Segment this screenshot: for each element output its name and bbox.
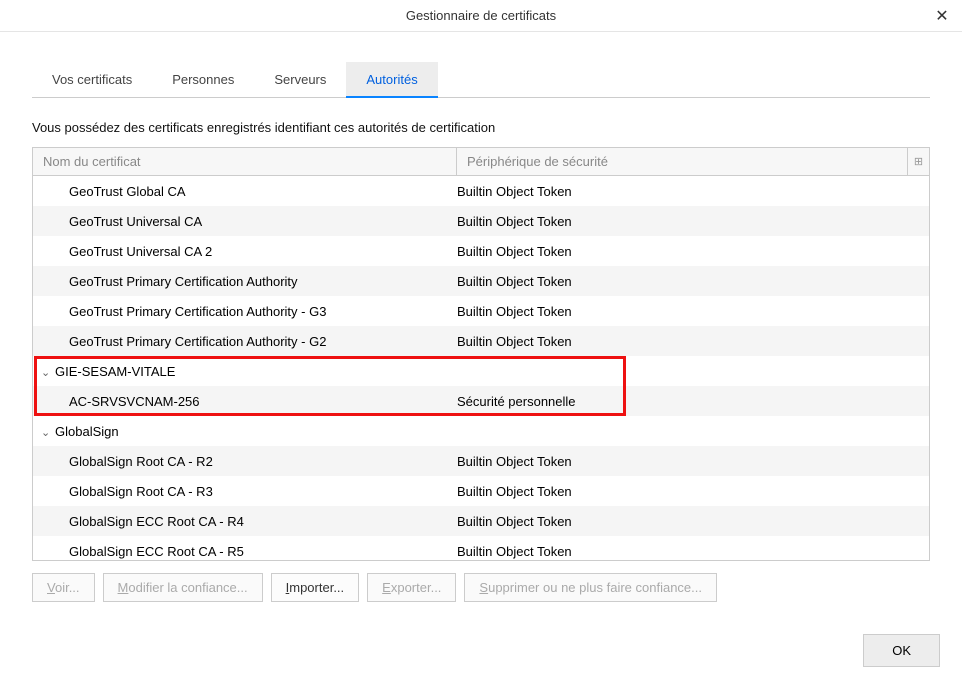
cell-certificate-name: GeoTrust Primary Certification Authority…: [33, 334, 457, 349]
column-header-device[interactable]: Périphérique de sécurité: [457, 148, 907, 175]
table-row[interactable]: GeoTrust Global CABuiltin Object Token: [33, 176, 929, 206]
footer: OK: [863, 634, 940, 667]
cell-certificate-name: GeoTrust Global CA: [33, 184, 457, 199]
table-row[interactable]: GlobalSign ECC Root CA - R5Builtin Objec…: [33, 536, 929, 560]
cell-certificate-name: GeoTrust Universal CA: [33, 214, 457, 229]
cell-security-device: Builtin Object Token: [457, 334, 929, 349]
table-row[interactable]: ⌄GlobalSign: [33, 416, 929, 446]
tab-people[interactable]: Personnes: [152, 62, 254, 97]
table-row[interactable]: ⌄GIE-SESAM-VITALE: [33, 356, 929, 386]
table-header: Nom du certificat Périphérique de sécuri…: [33, 148, 929, 176]
cell-security-device: Builtin Object Token: [457, 484, 929, 499]
table-row[interactable]: GlobalSign Root CA - R2Builtin Object To…: [33, 446, 929, 476]
tab-servers[interactable]: Serveurs: [254, 62, 346, 97]
cell-security-device: Builtin Object Token: [457, 214, 929, 229]
column-header-name[interactable]: Nom du certificat: [33, 148, 457, 175]
import-button[interactable]: Importer...: [271, 573, 360, 602]
certificate-table: Nom du certificat Périphérique de sécuri…: [32, 147, 930, 561]
cell-certificate-name: GeoTrust Universal CA 2: [33, 244, 457, 259]
table-row[interactable]: GeoTrust Primary Certification Authority…: [33, 326, 929, 356]
cell-certificate-name: ⌄GlobalSign: [33, 424, 457, 439]
window-title: Gestionnaire de certificats: [406, 8, 556, 23]
view-button[interactable]: Voir...: [32, 573, 95, 602]
cell-certificate-name: GlobalSign Root CA - R2: [33, 454, 457, 469]
description-text: Vous possédez des certificats enregistré…: [32, 98, 930, 147]
cell-security-device: Builtin Object Token: [457, 544, 929, 559]
cell-security-device: Builtin Object Token: [457, 454, 929, 469]
cell-certificate-name: GeoTrust Primary Certification Authority…: [33, 304, 457, 319]
window-header: Gestionnaire de certificats ✕: [0, 0, 962, 32]
table-row[interactable]: GeoTrust Universal CA 2Builtin Object To…: [33, 236, 929, 266]
tab-bar: Vos certificats Personnes Serveurs Autor…: [32, 62, 930, 98]
cell-certificate-name: GlobalSign ECC Root CA - R5: [33, 544, 457, 559]
modify-trust-button[interactable]: Modifier la confiance...: [103, 573, 263, 602]
content-area: Vos certificats Personnes Serveurs Autor…: [0, 32, 962, 602]
cell-security-device: Builtin Object Token: [457, 244, 929, 259]
cell-certificate-name: AC-SRVSVCNAM-256: [33, 394, 457, 409]
cell-certificate-name: GlobalSign Root CA - R3: [33, 484, 457, 499]
cell-certificate-name: GlobalSign ECC Root CA - R4: [33, 514, 457, 529]
table-row[interactable]: AC-SRVSVCNAM-256Sécurité personnelle: [33, 386, 929, 416]
cell-security-device: Sécurité personnelle: [457, 394, 929, 409]
cell-certificate-name: ⌄GIE-SESAM-VITALE: [33, 364, 457, 379]
tab-authorities[interactable]: Autorités: [346, 62, 437, 97]
cell-security-device: Builtin Object Token: [457, 184, 929, 199]
table-row[interactable]: GeoTrust Primary Certification Authority…: [33, 296, 929, 326]
cell-certificate-name: GeoTrust Primary Certification Authority: [33, 274, 457, 289]
table-row[interactable]: GeoTrust Universal CABuiltin Object Toke…: [33, 206, 929, 236]
ok-button[interactable]: OK: [863, 634, 940, 667]
action-buttons: Voir... Modifier la confiance... Importe…: [32, 573, 930, 602]
close-button[interactable]: ✕: [930, 4, 954, 28]
column-picker-icon[interactable]: ⊞: [907, 148, 929, 175]
table-row[interactable]: GeoTrust Primary Certification Authority…: [33, 266, 929, 296]
cell-security-device: Builtin Object Token: [457, 274, 929, 289]
tab-your-certificates[interactable]: Vos certificats: [32, 62, 152, 97]
export-button[interactable]: Exporter...: [367, 573, 456, 602]
chevron-down-icon[interactable]: ⌄: [41, 366, 53, 379]
cell-security-device: Builtin Object Token: [457, 514, 929, 529]
table-body[interactable]: GeoTrust Global CABuiltin Object TokenGe…: [33, 176, 929, 560]
delete-distrust-button[interactable]: Supprimer ou ne plus faire confiance...: [464, 573, 717, 602]
chevron-down-icon[interactable]: ⌄: [41, 426, 53, 439]
cell-security-device: Builtin Object Token: [457, 304, 929, 319]
table-row[interactable]: GlobalSign Root CA - R3Builtin Object To…: [33, 476, 929, 506]
table-row[interactable]: GlobalSign ECC Root CA - R4Builtin Objec…: [33, 506, 929, 536]
